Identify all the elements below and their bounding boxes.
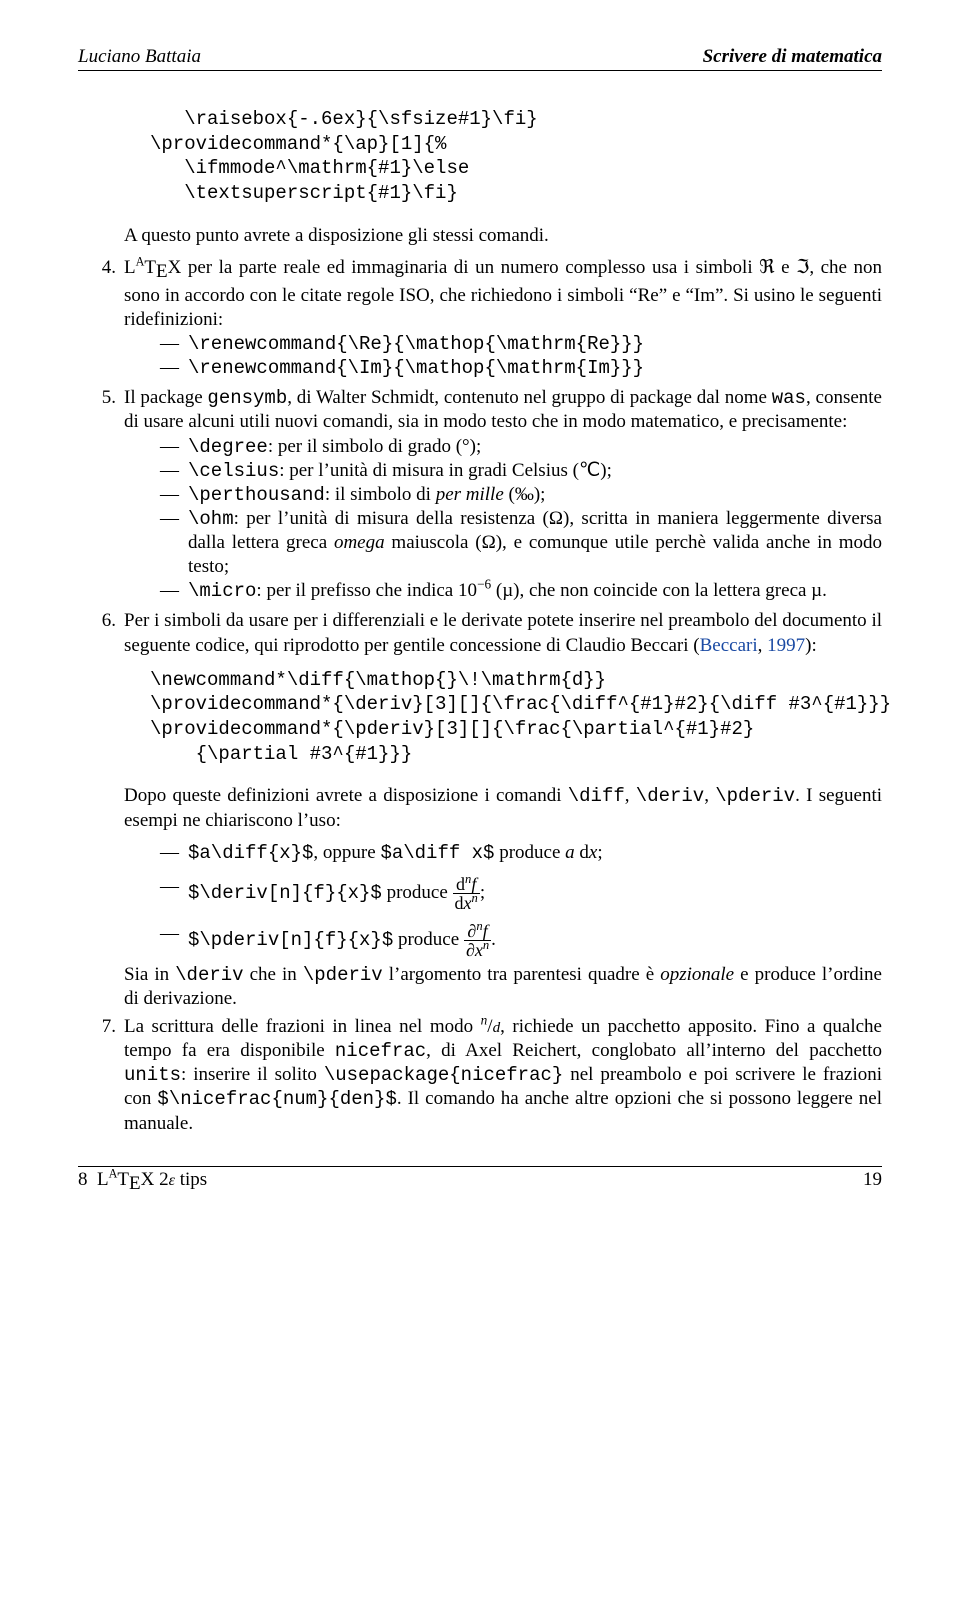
item-num: 7. [78, 1015, 124, 1136]
subitem: — \degree: per il simbolo di grado (°); [160, 435, 882, 459]
item-body: Il package gensymb, di Walter Schmidt, c… [124, 386, 882, 603]
item-body: La scrittura delle frazioni in linea nel… [124, 1015, 882, 1136]
para-2: Dopo queste definizioni avrete a disposi… [124, 784, 882, 832]
list-item-7: 7. La scrittura delle frazioni in linea … [78, 1015, 882, 1136]
item-num: 6. [78, 609, 124, 657]
para-3: Sia in \deriv che in \pderiv l’argomento… [124, 963, 882, 1011]
para-1: A questo punto avrete a disposizione gli… [124, 224, 882, 248]
item-num: 4. [78, 256, 124, 380]
item-body: Per i simboli da usare per i differenzia… [124, 609, 882, 657]
citation-link[interactable]: Beccari [700, 635, 758, 656]
subitem: — \renewcommand{\Im}{\mathop{\mathrm{Im}… [160, 356, 882, 380]
citation-link[interactable]: 1997 [767, 635, 805, 656]
example-3: — $\pderiv[n]{f}{x}$ produce ∂nf ∂xn . [160, 922, 882, 959]
list-item-4: 4. LATEX per la parte reale ed immaginar… [78, 256, 882, 380]
code-block-1: \raisebox{-.6ex}{\sfsize#1}\fi} \provide… [150, 107, 882, 206]
footer-left: 8 LATEX 2ε tips [78, 1169, 207, 1195]
page: Luciano Battaia Scrivere di matematica \… [0, 0, 960, 1240]
subitem: — \celsius: per l’unità di misura in gra… [160, 459, 882, 483]
subitem: — \micro: per il prefisso che indica 10−… [160, 579, 882, 603]
code-block-2: \newcommand*\diff{\mathop{}\!\mathrm{d}}… [150, 668, 882, 767]
page-footer: 8 LATEX 2ε tips 19 [78, 1166, 882, 1195]
footer-right: 19 [863, 1169, 882, 1195]
list-item-6: 6. Per i simboli da usare per i differen… [78, 609, 882, 657]
list-item-5: 5. Il package gensymb, di Walter Schmidt… [78, 386, 882, 603]
item-body: LATEX per la parte reale ed immaginaria … [124, 256, 882, 380]
subitem: — \renewcommand{\Re}{\mathop{\mathrm{Re}… [160, 332, 882, 356]
fraction: ∂nf ∂xn [464, 922, 491, 959]
subitem: — \perthousand: il simbolo di per mille … [160, 483, 882, 507]
example-2: — $\deriv[n]{f}{x}$ produce dnf dxn ; [160, 875, 882, 912]
header-left: Luciano Battaia [78, 46, 201, 68]
page-header: Luciano Battaia Scrivere di matematica [78, 46, 882, 71]
example-1: — $a\diff{x}$, oppure $a\diff x$ produce… [160, 841, 882, 865]
subitem: — \ohm: per l’unità di misura della resi… [160, 507, 882, 579]
content: \raisebox{-.6ex}{\sfsize#1}\fi} \provide… [78, 107, 882, 1136]
item-num: 5. [78, 386, 124, 603]
fraction: dnf dxn [453, 875, 480, 912]
header-right: Scrivere di matematica [703, 46, 882, 68]
